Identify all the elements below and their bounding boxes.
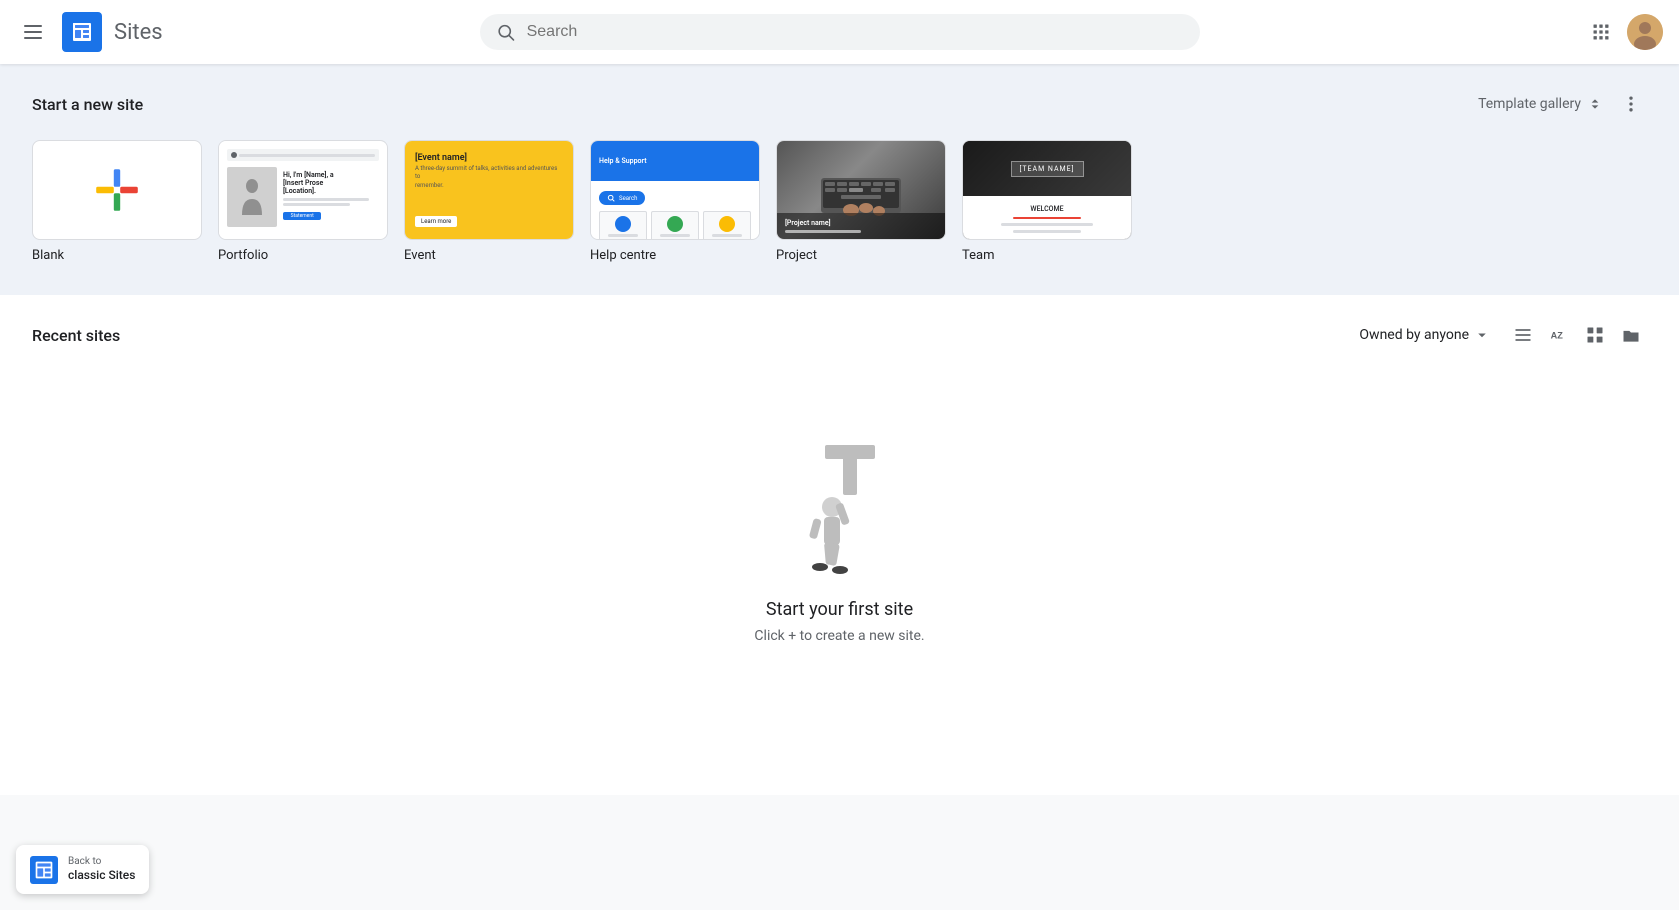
classic-sites-icon [30, 856, 58, 884]
empty-state-subtitle: Click + to create a new site. [754, 628, 924, 644]
more-vert-icon [1621, 94, 1641, 114]
template-card-portfolio[interactable]: Hi, I'm [Name], a[Insert Prose[Location]… [218, 140, 388, 263]
blank-template-label: Blank [32, 248, 202, 263]
help-thumb-content: Help & Support Search [591, 141, 759, 239]
recent-header: Recent sites Owned by anyone [32, 319, 1647, 351]
portfolio-template-label: Portfolio [218, 248, 388, 263]
portfolio-thumb-content: Hi, I'm [Name], a[Insert Prose[Location]… [219, 141, 387, 239]
team-template-thumb[interactable]: [TEAM NAME] WELCOME [962, 140, 1132, 240]
project-template-thumb[interactable]: [Project name] [776, 140, 946, 240]
back-to-classic-text: Back to classic Sites [68, 855, 135, 884]
classic-sites-logo [34, 860, 54, 880]
main-content: Start a new site Template gallery [0, 64, 1679, 910]
empty-state: Start your first site Click + to create … [32, 375, 1647, 704]
event-template-label: Event [404, 248, 574, 263]
empty-state-illustration [780, 435, 900, 575]
template-card-project[interactable]: [Project name] Project [776, 140, 946, 263]
list-view-icon [1513, 325, 1533, 345]
svg-text:AZ: AZ [1551, 330, 1564, 340]
help-template-thumb[interactable]: Help & Support Search [590, 140, 760, 240]
template-section: Start a new site Template gallery [0, 64, 1679, 295]
dropdown-arrow-icon [1473, 326, 1491, 344]
avatar-image [1627, 14, 1663, 50]
project-template-label: Project [776, 248, 946, 263]
google-apps-button[interactable] [1583, 14, 1619, 50]
colorful-plus-svg [93, 160, 141, 220]
app-title: Sites [114, 20, 163, 45]
recent-section: Recent sites Owned by anyone [0, 295, 1679, 795]
plus-icon [93, 166, 141, 214]
more-options-button[interactable] [1615, 88, 1647, 120]
templates-grid: Blank [32, 140, 1647, 263]
header-right [1463, 14, 1663, 50]
list-view-button[interactable] [1507, 319, 1539, 351]
team-template-label: Team [962, 248, 1132, 263]
search-input[interactable] [527, 23, 1184, 41]
owned-by-filter[interactable]: Owned by anyone [1351, 320, 1499, 350]
event-template-thumb[interactable]: [Event name] A three-day summit of talks… [404, 140, 574, 240]
portfolio-template-thumb[interactable]: Hi, I'm [Name], a[Insert Prose[Location]… [218, 140, 388, 240]
grid-icon [1591, 22, 1611, 42]
sort-icon: AZ [1549, 325, 1569, 345]
view-icons: AZ [1507, 319, 1647, 351]
template-header: Start a new site Template gallery [32, 88, 1647, 120]
header-left: Sites [16, 12, 216, 52]
event-thumb-content: [Event name] A three-day summit of talks… [405, 141, 573, 239]
back-to-classic-button[interactable]: Back to classic Sites [16, 845, 149, 894]
search-bar [480, 14, 1200, 50]
recent-controls: Owned by anyone [1351, 319, 1647, 351]
expand-icon [1587, 96, 1603, 112]
folder-icon [1621, 325, 1641, 345]
hamburger-menu-button[interactable] [16, 17, 50, 47]
template-card-team[interactable]: [TEAM NAME] WELCOME Team [962, 140, 1132, 263]
search-icon [496, 22, 515, 42]
template-header-right: Template gallery [1470, 88, 1647, 120]
empty-state-title: Start your first site [766, 599, 913, 620]
header: Sites [0, 0, 1679, 64]
app-icon [62, 12, 102, 52]
recent-sites-title: Recent sites [32, 326, 120, 345]
grid-view-button[interactable] [1579, 319, 1611, 351]
help-template-label: Help centre [590, 248, 760, 263]
blank-template-thumb[interactable] [32, 140, 202, 240]
folder-view-button[interactable] [1615, 319, 1647, 351]
project-thumb-content: [Project name] [777, 141, 945, 239]
template-card-blank[interactable]: Blank [32, 140, 202, 263]
start-new-site-title: Start a new site [32, 95, 143, 114]
template-card-help[interactable]: Help & Support Search [590, 140, 760, 263]
team-thumb-content: [TEAM NAME] WELCOME [963, 141, 1131, 239]
template-gallery-button[interactable]: Template gallery [1470, 90, 1611, 118]
avatar[interactable] [1627, 14, 1663, 50]
sort-button[interactable]: AZ [1543, 319, 1575, 351]
template-card-event[interactable]: [Event name] A three-day summit of talks… [404, 140, 574, 263]
sites-logo-svg [70, 20, 94, 44]
grid-view-icon [1585, 325, 1605, 345]
